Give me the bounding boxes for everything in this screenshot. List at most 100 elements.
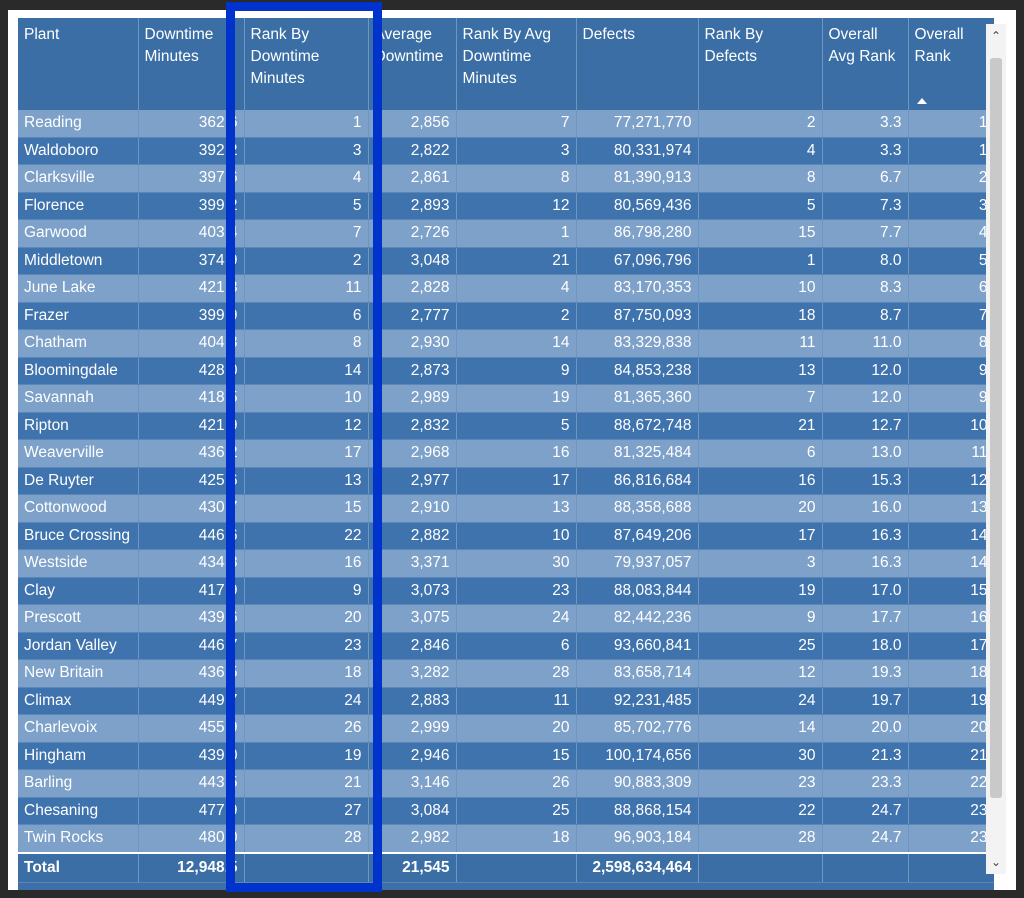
column-header-rank-by-downtime-minutes[interactable]: Rank By Downtime Minutes: [244, 18, 369, 110]
table-row[interactable]: Garwood 403,4 7 2,726 1 86,798,280 15 7.7 4: [18, 219, 994, 248]
rank-by-avg-downtime-cell: 30: [456, 549, 577, 578]
column-header-overall-avg-rank[interactable]: Overall Avg Rank: [822, 18, 909, 110]
rank-by-avg-downtime-cell: 18: [456, 824, 577, 853]
table-row[interactable]: Florence 399,2 5 2,893 12 80,569,436 5 7.3 3: [18, 192, 994, 220]
rank-by-defects-cell: 28: [698, 824, 823, 853]
sort-ascending-icon[interactable]: [916, 98, 927, 104]
average-downtime-cell: 2,861: [368, 164, 457, 193]
table-row[interactable]: Waldoboro 392,2 3 2,822 3 80,331,974 4 3.3 1: [18, 137, 994, 165]
scroll-down-icon[interactable]: ⌄: [990, 856, 1002, 868]
overall-avg-rank-cell: 7.3: [822, 192, 909, 220]
overall-rank-cell: 14: [908, 522, 994, 550]
column-header-rank-by-defects[interactable]: Rank By Defects: [698, 18, 823, 110]
plant-cell: June Lake: [18, 274, 139, 303]
table-row[interactable]: Westside 434,8 16 3,371 30 79,937,057 3 16.3 14: [18, 549, 994, 578]
overall-rank-cell: 9: [908, 384, 994, 413]
table-row[interactable]: Frazer 399,9 6 2,777 2 87,750,093 18 8.7 7: [18, 302, 994, 330]
defects-cell: 88,083,844: [576, 577, 699, 605]
rank-by-avg-downtime-cell: 13: [456, 494, 577, 523]
table-row[interactable]: Prescott 439,6 20 3,075 24 82,442,236 9 17.7 16: [18, 604, 994, 633]
table-row[interactable]: Bruce Crossing 446,6 22 2,882 10 87,649,206 17…: [18, 522, 994, 550]
column-header-defects[interactable]: Defects: [576, 18, 699, 110]
rank-by-defects-cell: 6: [698, 439, 823, 468]
rank-by-downtime-cell: 23: [244, 632, 369, 660]
average-downtime-cell: 2,846: [368, 632, 457, 660]
overall-avg-rank-cell: 23.3: [822, 769, 909, 798]
overall-avg-rank-cell: 16.0: [822, 494, 909, 523]
defects-cell: 96,903,184: [576, 824, 699, 853]
rank-by-avg-downtime-cell: 23: [456, 577, 577, 605]
table-row[interactable]: Middletown 374,9 2 3,048 21 67,096,796 1 8.0 5: [18, 247, 994, 275]
table-visual: Plant Downtime Minutes Rank By Downtime …: [8, 10, 1016, 890]
table-row[interactable]: Savannah 418,5 10 2,989 19 81,365,360 7 12.0 9: [18, 384, 994, 413]
overall-avg-rank-cell: 19.3: [822, 659, 909, 688]
downtime-minutes-cell: 374,9: [138, 247, 245, 275]
plant-cell: Charlevoix: [18, 714, 139, 743]
table-row[interactable]: Chesaning 477,9 27 3,084 25 88,868,154 22 24.7 2…: [18, 797, 994, 825]
rank-by-defects-cell: 25: [698, 632, 823, 660]
rank-by-avg-downtime-cell: 17: [456, 467, 577, 495]
rank-by-downtime-cell: 21: [244, 769, 369, 798]
table-row[interactable]: New Britain 436,5 18 3,282 28 83,658,714 12 19.…: [18, 659, 994, 688]
table-row[interactable]: De Ruyter 425,6 13 2,977 17 86,816,684 16 15.3 1…: [18, 467, 994, 495]
total-row: Total 12,948,5 21,545 2,598,634,464: [18, 851, 994, 883]
table-row[interactable]: Charlevoix 455,9 26 2,999 20 85,702,776 14 20.0…: [18, 714, 994, 743]
rank-by-downtime-cell: 12: [244, 412, 369, 440]
total-label: Total: [18, 851, 139, 883]
defects-cell: 88,358,688: [576, 494, 699, 523]
table-row[interactable]: Climax 449,7 24 2,883 11 92,231,485 24 19.7 19: [18, 687, 994, 715]
rank-by-avg-downtime-cell: 5: [456, 412, 577, 440]
column-header-downtime-minutes[interactable]: Downtime Minutes: [138, 18, 245, 110]
rank-by-avg-downtime-cell: 12: [456, 192, 577, 220]
downtime-minutes-cell: 446,7: [138, 632, 245, 660]
rank-by-downtime-cell: 20: [244, 604, 369, 633]
plant-cell: Waldoboro: [18, 137, 139, 165]
scroll-thumb[interactable]: [990, 58, 1002, 798]
column-header-average-downtime[interactable]: Average Downtime: [368, 18, 457, 110]
table-row[interactable]: Twin Rocks 480,0 28 2,982 18 96,903,184 28 24.7…: [18, 824, 994, 853]
column-header-rank-by-avg-downtime[interactable]: Rank By Avg Downtime Minutes: [456, 18, 577, 110]
table-row[interactable]: Clarksville 397,6 4 2,861 8 81,390,913 8 6.7 2: [18, 164, 994, 193]
table-row[interactable]: Bloomingdale 428,0 14 2,873 9 84,853,238 13 12.…: [18, 357, 994, 385]
downtime-minutes-cell: 436,5: [138, 659, 245, 688]
plant-cell: Florence: [18, 192, 139, 220]
overall-rank-cell: 21: [908, 742, 994, 770]
plant-cell: Climax: [18, 687, 139, 715]
scroll-up-icon[interactable]: ⌃: [990, 30, 1002, 42]
downtime-minutes-cell: 449,7: [138, 687, 245, 715]
table-row[interactable]: Cottonwood 430,7 15 2,910 13 88,358,688 20 16.0…: [18, 494, 994, 523]
overall-avg-rank-cell: 16.3: [822, 549, 909, 578]
defects-cell: 100,174,656: [576, 742, 699, 770]
average-downtime-cell: 2,982: [368, 824, 457, 853]
table-row[interactable]: Jordan Valley 446,7 23 2,846 6 93,660,841 25 18…: [18, 632, 994, 660]
rank-by-downtime-cell: 1: [244, 110, 369, 138]
vertical-scrollbar[interactable]: ⌃ ⌄: [986, 24, 1006, 874]
average-downtime-cell: 2,930: [368, 329, 457, 358]
downtime-minutes-cell: 455,9: [138, 714, 245, 743]
column-header-plant[interactable]: Plant: [18, 18, 139, 110]
rank-by-defects-cell: 20: [698, 494, 823, 523]
column-header-label: Plant: [24, 26, 60, 43]
downtime-minutes-cell: 446,6: [138, 522, 245, 550]
average-downtime-cell: 3,146: [368, 769, 457, 798]
table-row[interactable]: June Lake 421,3 11 2,828 4 83,170,353 10 8.3 6: [18, 274, 994, 303]
overall-rank-cell: 18: [908, 659, 994, 688]
rank-by-defects-cell: 18: [698, 302, 823, 330]
average-downtime-cell: 3,075: [368, 604, 457, 633]
table-row[interactable]: Barling 443,5 21 3,146 26 90,883,309 23 23.3 22: [18, 769, 994, 798]
table-row[interactable]: Chatham 404,3 8 2,930 14 83,329,838 11 11.0 8: [18, 329, 994, 358]
table-row[interactable]: Weaverville 436,2 17 2,968 16 81,325,484 6 13.0…: [18, 439, 994, 468]
rank-by-defects-cell: 10: [698, 274, 823, 303]
rank-by-defects-cell: 22: [698, 797, 823, 825]
table-row[interactable]: Reading 362,6 1 2,856 7 77,271,770 2 3.3 1: [18, 110, 994, 138]
plant-cell: Reading: [18, 110, 139, 138]
table-row[interactable]: Hingham 439,0 19 2,946 15 100,174,656 30 21.3 21: [18, 742, 994, 770]
column-header-overall-rank[interactable]: Overall Rank: [908, 18, 994, 110]
rank-by-avg-downtime-cell: 2: [456, 302, 577, 330]
defects-cell: 77,271,770: [576, 110, 699, 138]
rank-by-defects-cell: 1: [698, 247, 823, 275]
rank-by-defects-cell: 5: [698, 192, 823, 220]
table-row[interactable]: Ripton 421,9 12 2,832 5 88,672,748 21 12.7 10: [18, 412, 994, 440]
table-row[interactable]: Clay 417,9 9 3,073 23 88,083,844 19 17.0 15: [18, 577, 994, 605]
plant-cell: Clay: [18, 577, 139, 605]
